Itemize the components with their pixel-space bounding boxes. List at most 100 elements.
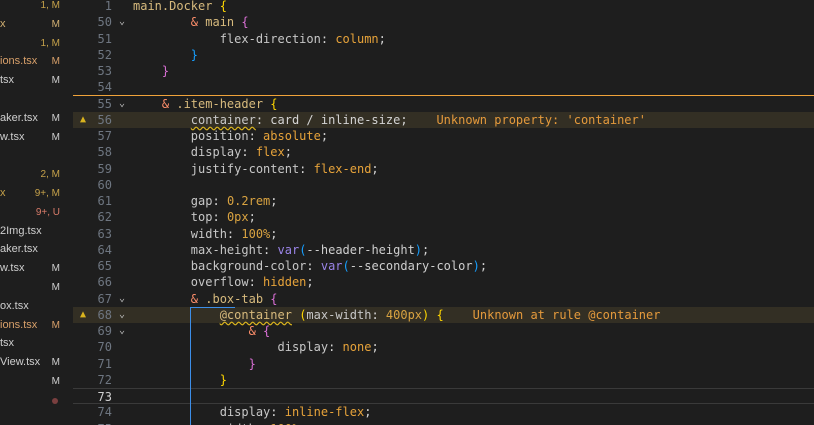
git-status-badge: M: [51, 75, 60, 87]
git-status-badge: 9+, U: [35, 206, 60, 218]
file-item[interactable]: xM: [0, 15, 73, 34]
line-number: 60: [97, 177, 112, 192]
code-line[interactable]: 64 max-height: var(--header-height);: [73, 242, 814, 258]
code-text: max-height: var(--header-height);: [190, 242, 430, 257]
line-number: 1: [104, 0, 112, 13]
code-text: container: card / inline-size; Unknown p…: [190, 112, 646, 127]
file-name: x: [0, 17, 6, 30]
file-item[interactable]: [0, 391, 73, 410]
code-line[interactable]: ▲ 56 container: card / inline-size; Unkno…: [73, 111, 814, 128]
code-text: top: 0px;: [190, 210, 256, 225]
file-item[interactable]: 2, M: [0, 165, 73, 184]
code-line[interactable]: 58 display: flex;: [73, 144, 814, 160]
line-number: 64: [97, 242, 112, 257]
file-item[interactable]: 1, M: [0, 0, 73, 15]
code-line[interactable]: 73: [73, 388, 814, 404]
code-line[interactable]: 70 display: none;: [73, 339, 814, 355]
file-item[interactable]: x 9+, M: [0, 184, 73, 203]
code-line[interactable]: 61 gap: 0.2rem;: [73, 193, 814, 209]
code-editor[interactable]: 1 main.Docker {50 ⌄ & main {51 flex-direct…: [73, 0, 814, 425]
code-line[interactable]: 69 ⌄ & {: [73, 323, 814, 339]
line-number: 68: [97, 307, 112, 322]
code-line[interactable]: 53 }: [73, 63, 814, 79]
file-name: w.tsx: [0, 262, 25, 275]
git-status-badge: M: [51, 282, 60, 293]
file-item[interactable]: tsx M: [0, 71, 73, 90]
code-text: flex-direction: column;: [219, 31, 386, 46]
code-line[interactable]: 1 main.Docker {: [73, 0, 814, 14]
line-number: 59: [97, 161, 112, 176]
code-text: & main {: [190, 15, 249, 30]
file-item[interactable]: View.tsx M: [0, 353, 73, 372]
file-item[interactable]: aker.tsx: [0, 240, 73, 259]
file-item[interactable]: ions.tsx M: [0, 52, 73, 71]
code-text: position: absolute;: [190, 129, 329, 143]
line-number: 62: [97, 210, 112, 225]
code-text: justify-content: flex-end;: [190, 161, 379, 176]
file-item[interactable]: w.tsx M: [0, 128, 73, 147]
code-line[interactable]: 51 flex-direction: column;: [73, 31, 814, 47]
code-line[interactable]: 74 display: inline-flex;: [73, 404, 814, 420]
file-item[interactable]: M: [0, 372, 73, 391]
chevron-down-icon[interactable]: ⌄: [119, 307, 129, 323]
line-number: 66: [97, 275, 112, 290]
file-item[interactable]: aker.tsx M: [0, 109, 73, 128]
file-name: View.tsx: [0, 356, 41, 369]
line-number: 55: [97, 96, 112, 111]
code-line[interactable]: 63 width: 100%;: [73, 226, 814, 242]
code-line[interactable]: 50 ⌄ & main {: [73, 14, 814, 30]
git-status-badge: M: [51, 357, 60, 369]
git-status-badge: M: [51, 376, 60, 387]
code-line[interactable]: 59 justify-content: flex-end;: [73, 161, 814, 177]
code-line[interactable]: 67 ⌄ & .box-tab {: [73, 291, 814, 307]
code-text: background-color: var(--secondary-color)…: [190, 259, 488, 273]
git-status-badge: M: [51, 112, 60, 124]
git-status-badge: M: [51, 319, 60, 331]
line-number: 52: [97, 47, 112, 62]
code-line[interactable]: 55 ⌄ & .item-header {: [73, 96, 814, 112]
chevron-down-icon[interactable]: ⌄: [119, 291, 129, 307]
bracket-scope-guide: [189, 306, 235, 425]
file-name: tsx: [0, 74, 15, 87]
chevron-down-icon[interactable]: ⌄: [119, 14, 129, 30]
code-line[interactable]: 66 overflow: hidden;: [73, 274, 814, 290]
code-line[interactable]: 54: [73, 79, 814, 95]
line-number: 67: [97, 291, 112, 306]
git-status-badge: M: [51, 18, 60, 30]
code-text: width: 100%;: [190, 226, 278, 241]
code-line[interactable]: 57 position: absolute;: [73, 128, 814, 144]
code-line[interactable]: 60: [73, 177, 814, 193]
code-line[interactable]: ▲ 68 ⌄ @container (max-width: 400px) { Unk…: [73, 306, 814, 323]
line-number: 63: [97, 226, 112, 241]
code-line[interactable]: 71 }: [73, 356, 814, 372]
file-item[interactable]: 9+, U: [0, 203, 73, 222]
code-line[interactable]: 72 }: [73, 372, 814, 388]
file-name: ions.tsx: [0, 318, 38, 331]
file-item[interactable]: w.tsx M: [0, 259, 73, 278]
file-item[interactable]: [0, 146, 73, 165]
file-item[interactable]: ox.tsx: [0, 297, 73, 316]
code-line[interactable]: 75 width: 100%;: [73, 421, 814, 425]
file-item[interactable]: 1, M: [0, 34, 73, 53]
file-item[interactable]: M: [0, 278, 73, 297]
file-item[interactable]: [0, 90, 73, 109]
line-number: 71: [97, 356, 112, 371]
file-item[interactable]: ions.tsx M: [0, 316, 73, 335]
line-number: 56: [97, 112, 112, 127]
code-line[interactable]: 62 top: 0px;: [73, 209, 814, 225]
code-text: & .item-header {: [161, 96, 278, 111]
git-status-badge: 2, M: [40, 169, 60, 181]
code-text: overflow: hidden;: [190, 275, 314, 290]
chevron-down-icon[interactable]: ⌄: [119, 96, 129, 112]
code-line[interactable]: 65 background-color: var(--secondary-col…: [73, 258, 814, 274]
file-item[interactable]: 2Img.tsx: [0, 222, 73, 241]
line-number: 75: [87, 421, 112, 425]
line-number: 74: [97, 405, 112, 420]
code-line[interactable]: 52 }: [73, 47, 814, 63]
file-name: aker.tsx: [0, 243, 38, 256]
chevron-down-icon[interactable]: ⌄: [119, 323, 129, 339]
file-item[interactable]: tsx: [0, 334, 73, 353]
code-text: display: none;: [277, 340, 379, 355]
code-text: }: [190, 47, 199, 62]
file-name: 2Img.tsx: [0, 224, 42, 237]
